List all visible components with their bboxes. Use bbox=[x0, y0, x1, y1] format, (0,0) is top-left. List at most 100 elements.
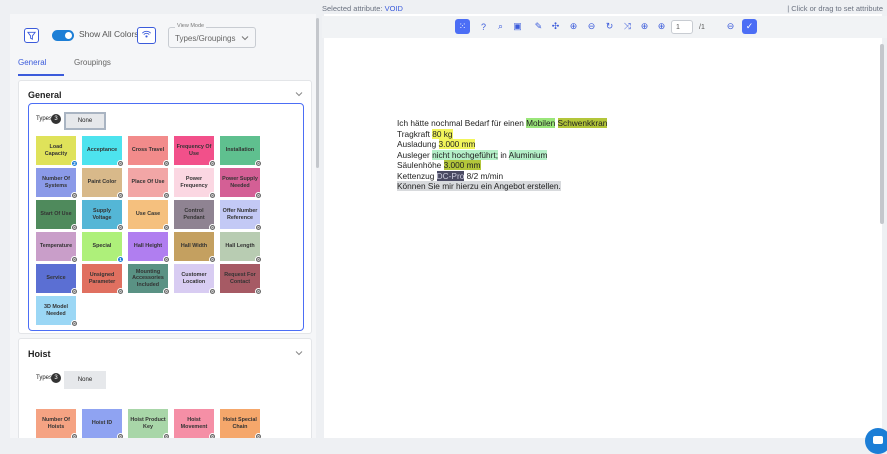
attribute-tile-label: Frequency Of Use bbox=[176, 144, 212, 157]
highlighted-span[interactable]: 80 kg bbox=[432, 128, 453, 139]
highlighted-span[interactable]: Können Sie mir hierzu ein Angebot erstel… bbox=[397, 181, 561, 191]
attribute-tile-temperature[interactable]: Temperature 0 bbox=[36, 232, 78, 263]
chevron-down-icon[interactable] bbox=[295, 90, 303, 98]
attribute-tile-control-pendant[interactable]: Control Pendant 0 bbox=[174, 200, 216, 231]
text-span: Ausleger bbox=[397, 149, 433, 160]
view-mode-select[interactable]: View Mode Types/Groupings bbox=[168, 23, 256, 48]
attribute-tile-cross-travel[interactable]: Cross Travel 0 bbox=[128, 136, 170, 167]
confirm-icon[interactable]: ✓ bbox=[742, 19, 757, 34]
chevron-down-icon[interactable] bbox=[295, 349, 303, 357]
attribute-tile-number-of-hoists[interactable]: Number Of Hoists 0 bbox=[36, 409, 78, 438]
attribute-tile-hall-width[interactable]: Hall Width 0 bbox=[174, 232, 216, 263]
attribute-tile-service[interactable]: Service 0 bbox=[36, 264, 78, 295]
attribute-tile-label: Service bbox=[46, 275, 66, 282]
tile-count-badge: 0 bbox=[163, 288, 170, 295]
text-span: Ausladung bbox=[397, 139, 439, 149]
highlighted-span[interactable]: 3.000 mm bbox=[443, 160, 481, 170]
tab-groupings[interactable]: Groupings bbox=[74, 58, 111, 67]
attribute-tile-mounting-accessories-included[interactable]: Mounting Accessories Included 0 bbox=[128, 264, 170, 295]
highlighted-span[interactable]: 3.000 mm bbox=[438, 139, 476, 149]
search-icon[interactable]: ⌕ bbox=[494, 20, 507, 33]
attribute-tile-frequency-of-use[interactable]: Frequency Of Use 0 bbox=[174, 136, 216, 167]
selected-attribute-label: Selected attribute: bbox=[322, 4, 383, 13]
attribute-tile-supply-voltage[interactable]: Supply Voltage 0 bbox=[82, 200, 124, 231]
broadcast-button[interactable] bbox=[137, 27, 156, 44]
none-attribute-button[interactable]: None bbox=[64, 371, 106, 389]
select-icon[interactable]: ⁙ bbox=[455, 19, 470, 34]
add-icon[interactable]: ⊕ bbox=[638, 20, 651, 33]
attribute-tile-number-of-systems[interactable]: Number Of Systems 0 bbox=[36, 168, 78, 199]
attribute-tile-hoist-special-chain[interactable]: Hoist Special Chain 0 bbox=[220, 409, 262, 438]
attribute-tile-acceptance[interactable]: Acceptance 0 bbox=[82, 136, 124, 167]
document-line: Können Sie mir hierzu ein Angebot erstel… bbox=[397, 181, 607, 192]
tile-count-badge: 0 bbox=[209, 160, 216, 167]
highlighted-span[interactable]: nicht hochgeführt; bbox=[432, 149, 499, 160]
attribute-tile-hoist-id[interactable]: Hoist ID 0 bbox=[82, 409, 124, 438]
attribute-tile-label: Load Capacity bbox=[44, 144, 68, 157]
tile-count-badge: 2 bbox=[71, 160, 78, 167]
help-icon[interactable]: ? bbox=[477, 20, 490, 33]
attribute-tile-customer-location[interactable]: Customer Location 0 bbox=[174, 264, 216, 295]
filter-button[interactable] bbox=[24, 28, 39, 43]
zoom-in-icon[interactable]: ⊕ bbox=[567, 20, 580, 33]
attribute-tile-offer-number-reference[interactable]: Offer Number Reference 0 bbox=[220, 200, 262, 231]
highlighted-span[interactable]: DC-Pro bbox=[436, 170, 465, 181]
tile-count-badge: 0 bbox=[163, 160, 170, 167]
zoom-out-icon[interactable]: ⊖ bbox=[585, 20, 598, 33]
attribute-tile-label: Customer Location bbox=[181, 272, 207, 285]
show-all-colors-label: Show All Colors bbox=[79, 29, 139, 39]
attribute-tile-label: Control Pendant bbox=[183, 208, 205, 221]
attribute-tile-label: Hall Height bbox=[133, 243, 163, 250]
tile-count-badge: 0 bbox=[117, 288, 124, 295]
attribute-tile-hall-height[interactable]: Hall Height 0 bbox=[128, 232, 170, 263]
tile-count-badge: 0 bbox=[163, 433, 170, 438]
attribute-tile-start-of-use[interactable]: Start Of Use 0 bbox=[36, 200, 78, 231]
left-scrollbar[interactable] bbox=[316, 18, 319, 168]
text-span: Kettenzug bbox=[397, 170, 437, 181]
view-mode-legend: View Mode bbox=[175, 23, 207, 29]
tile-count-badge: 0 bbox=[71, 288, 78, 295]
attribute-tile-label: Hall Width bbox=[180, 243, 208, 250]
tile-count-badge: 0 bbox=[71, 192, 78, 199]
tile-count-badge: 0 bbox=[71, 433, 78, 438]
attribute-tile-hoist-product-key[interactable]: Hoist Product Key 0 bbox=[128, 409, 170, 438]
attribute-tile-3d-model-needed[interactable]: 3D Model Needed 0 bbox=[36, 296, 78, 327]
attribute-tile-hall-length[interactable]: Hall Length 0 bbox=[220, 232, 262, 263]
tile-count-badge: 0 bbox=[255, 224, 262, 231]
attribute-tile-request-for-contact[interactable]: Request For Contact 0 bbox=[220, 264, 262, 295]
text-span: Tragkraft bbox=[397, 128, 433, 139]
attribute-tile-place-of-use[interactable]: Place Of Use 0 bbox=[128, 168, 170, 199]
attribute-tile-power-frequency[interactable]: Power Frequency 0 bbox=[174, 168, 216, 199]
attribute-tile-installation[interactable]: Installation 0 bbox=[220, 136, 262, 167]
add-circle-icon[interactable]: ⊕ bbox=[655, 20, 668, 33]
hoist-section-title: Hoist bbox=[28, 349, 51, 359]
pen-icon[interactable]: ✎ bbox=[532, 20, 545, 33]
show-all-colors-toggle[interactable] bbox=[52, 30, 74, 41]
move-icon[interactable]: ✣ bbox=[549, 20, 562, 33]
attribute-tile-label: Acceptance bbox=[86, 147, 118, 154]
attribute-tile-load-capacity[interactable]: Load Capacity 2 bbox=[36, 136, 78, 167]
attribute-tile-hoist-movement[interactable]: Hoist Movement 0 bbox=[174, 409, 216, 438]
chat-bubble-button[interactable] bbox=[865, 428, 887, 454]
attribute-tile-use-case[interactable]: Use Case 0 bbox=[128, 200, 170, 231]
minus-circle-icon[interactable]: ⊖ bbox=[724, 20, 737, 33]
highlighted-span[interactable]: Schwenkkran bbox=[557, 118, 608, 128]
document-scrollbar[interactable] bbox=[880, 44, 884, 224]
attribute-tile-paint-color[interactable]: Paint Color 0 bbox=[82, 168, 124, 199]
none-attribute-button[interactable]: None bbox=[64, 112, 106, 130]
attribute-tile-label: Use Case bbox=[135, 211, 161, 218]
save-icon[interactable]: ▣ bbox=[511, 20, 524, 33]
shuffle-icon[interactable]: ⤨ bbox=[621, 20, 634, 33]
page-number-input[interactable]: 1 bbox=[671, 20, 693, 34]
attribute-tile-label: Hoist Product Key bbox=[130, 417, 166, 430]
tab-general[interactable]: General bbox=[18, 58, 46, 67]
attribute-tile-unsigned-parameter[interactable]: Unsigned Parameter 0 bbox=[82, 264, 124, 295]
attribute-tile-power-supply-needed[interactable]: Power Supply Needed 0 bbox=[220, 168, 262, 199]
attribute-tile-label: Hall Length bbox=[225, 243, 255, 250]
highlighted-span[interactable]: Mobilen bbox=[526, 118, 556, 128]
rotate-icon[interactable]: ↻ bbox=[603, 20, 616, 33]
chevron-down-icon bbox=[241, 36, 249, 41]
attribute-tile-special[interactable]: Special 1 bbox=[82, 232, 124, 263]
highlighted-span[interactable]: Aluminium bbox=[508, 149, 548, 160]
attribute-tile-label: Mounting Accessories Included bbox=[132, 269, 164, 288]
